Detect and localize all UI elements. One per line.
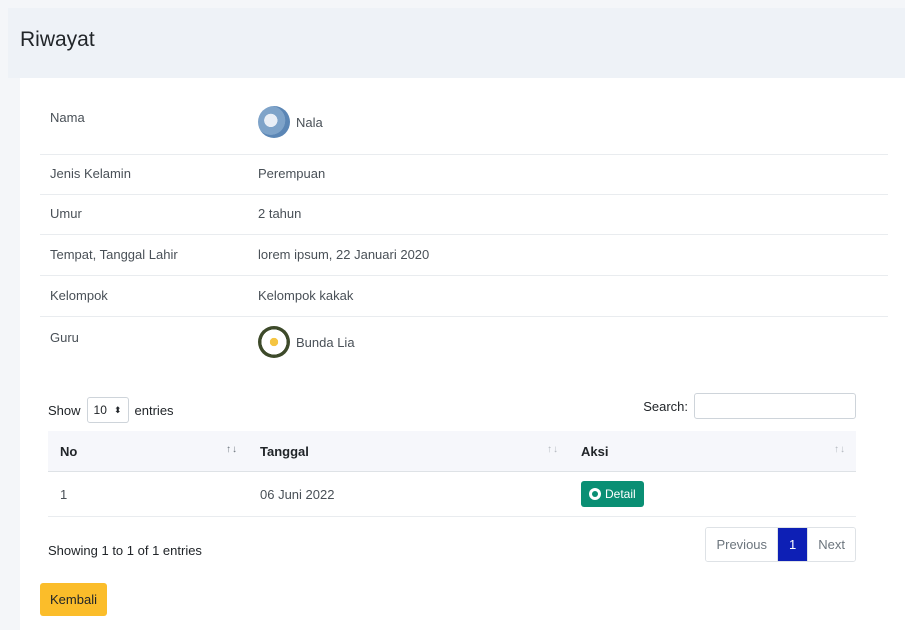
profile-value-guru: Bunda Lia <box>258 326 355 358</box>
profile-row-guru: Guru Bunda Lia <box>40 316 888 371</box>
cell-tanggal: 06 Juni 2022 <box>248 471 569 517</box>
sort-icon: ↑↓ <box>226 444 238 455</box>
pagination: Previous 1 Next <box>705 527 856 562</box>
table-header-row: No ↑↓ Tanggal ↑↓ Aksi ↑↓ <box>48 431 856 472</box>
sort-icon: ↑↓ <box>547 444 559 455</box>
teacher-name: Bunda Lia <box>296 334 355 350</box>
page-length-control: Show 10 ⬍ entries <box>48 397 174 423</box>
page-header: Riwayat <box>8 8 905 78</box>
datatable-footer: Showing 1 to 1 of 1 entries Previous 1 N… <box>48 527 856 562</box>
pagination-page-1[interactable]: 1 <box>777 528 808 561</box>
column-header-tanggal[interactable]: Tanggal ↑↓ <box>248 431 569 472</box>
column-header-aksi[interactable]: Aksi ↑↓ <box>569 431 856 472</box>
profile-row-ttl: Tempat, Tanggal Lahir lorem ipsum, 22 Ja… <box>40 234 888 276</box>
profile-row-nama: Nama Nala <box>40 96 888 155</box>
page-title: Riwayat <box>20 28 95 51</box>
search-input[interactable] <box>694 393 856 419</box>
datatable-controls: Show 10 ⬍ entries Search: <box>48 391 856 423</box>
profile-row-jenis-kelamin: Jenis Kelamin Perempuan <box>40 154 888 195</box>
child-avatar <box>258 106 290 138</box>
profile-label-jenis-kelamin: Jenis Kelamin <box>50 166 131 181</box>
profile-label-kelompok: Kelompok <box>50 288 108 303</box>
teacher-avatar <box>258 326 290 358</box>
cell-aksi: Detail <box>569 471 856 517</box>
profile-label-nama: Nama <box>50 110 85 125</box>
profile-value-ttl: lorem ipsum, 22 Januari 2020 <box>258 247 430 262</box>
profile-value-kelompok: Kelompok kakak <box>258 288 354 303</box>
search-control: Search: <box>643 393 856 419</box>
page-length-value: 10 <box>93 403 107 417</box>
cell-no: 1 <box>48 471 248 517</box>
sort-icon: ↑↓ <box>834 444 846 455</box>
table-row: 1 06 Juni 2022 Detail <box>48 471 856 517</box>
profile-label-guru: Guru <box>50 330 79 345</box>
select-arrows-icon: ⬍ <box>113 404 122 415</box>
page-length-select[interactable]: 10 ⬍ <box>86 397 129 423</box>
entries-label: entries <box>134 402 174 418</box>
pagination-previous[interactable]: Previous <box>706 528 778 561</box>
back-button[interactable]: Kembali <box>40 583 107 616</box>
profile-label-ttl: Tempat, Tanggal Lahir <box>50 247 178 262</box>
detail-button-label: Detail <box>605 487 636 501</box>
show-label: Show <box>48 402 81 418</box>
profile-row-umur: Umur 2 tahun <box>40 194 888 235</box>
column-header-no[interactable]: No ↑↓ <box>48 431 248 472</box>
profile-row-kelompok: Kelompok Kelompok kakak <box>40 275 888 317</box>
profile-label-umur: Umur <box>50 206 82 221</box>
eye-icon <box>589 488 601 500</box>
content-card: Nama Nala Jenis Kelamin Perempuan Umur 2… <box>20 78 905 630</box>
pagination-next[interactable]: Next <box>807 528 855 561</box>
history-table: No ↑↓ Tanggal ↑↓ Aksi ↑↓ 1 06 Juni 2022 <box>48 431 856 517</box>
child-name: Nala <box>296 114 323 130</box>
detail-button[interactable]: Detail <box>581 481 644 507</box>
profile-value-nama: Nala <box>258 106 323 138</box>
profile-value-jenis-kelamin: Perempuan <box>258 166 326 181</box>
search-label: Search: <box>643 398 688 414</box>
profile-value-umur: 2 tahun <box>258 206 302 221</box>
table-info: Showing 1 to 1 of 1 entries <box>48 543 202 558</box>
